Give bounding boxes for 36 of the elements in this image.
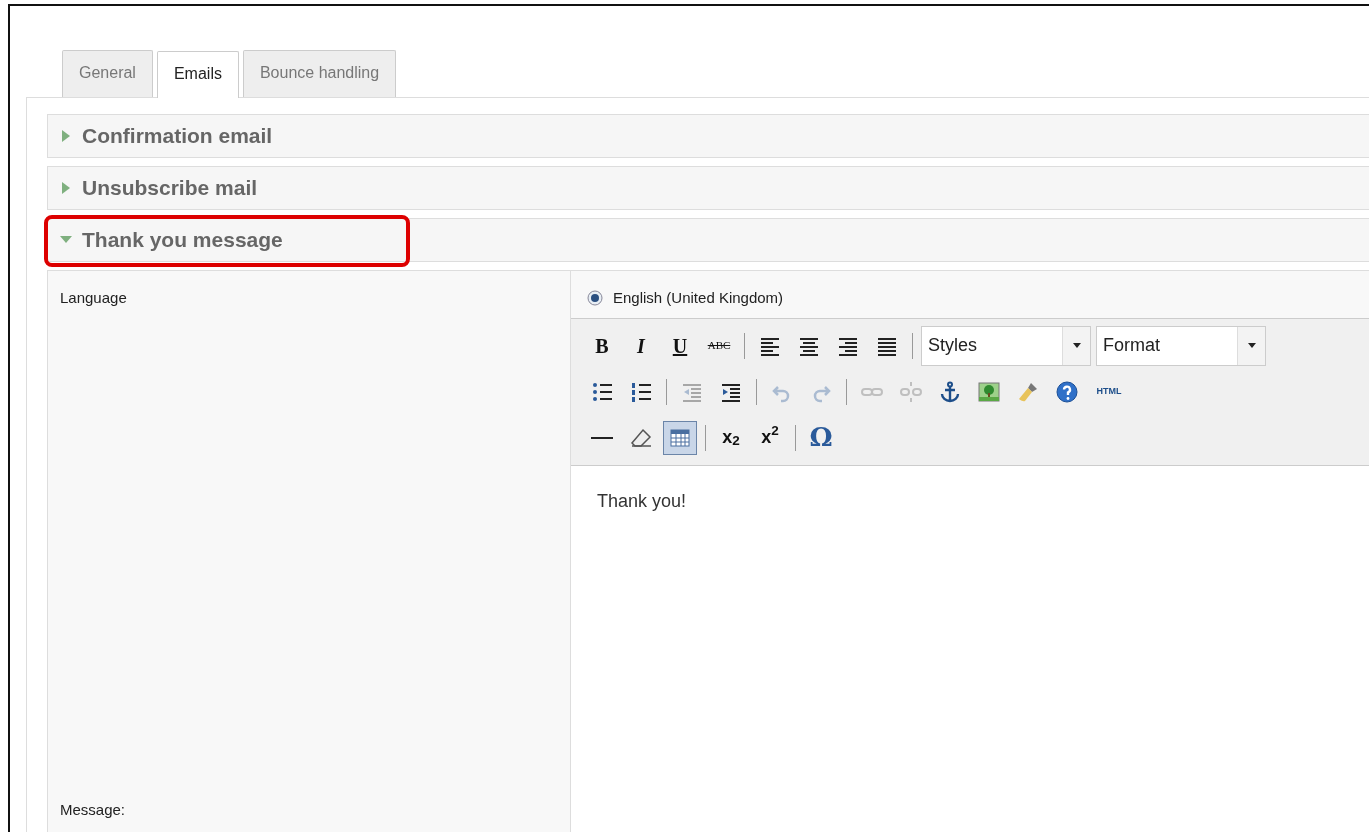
collapsed-arrow-icon xyxy=(60,182,72,194)
table-button[interactable] xyxy=(663,420,697,455)
radio-button[interactable] xyxy=(587,290,603,307)
message-text: Thank you! xyxy=(597,490,687,511)
table-icon xyxy=(669,426,691,449)
bullet-list-icon xyxy=(591,380,613,403)
caret-icon xyxy=(1072,343,1081,348)
section-header[interactable]: Unsubscribe mail xyxy=(47,166,1369,210)
bold-button[interactable]: B xyxy=(585,328,619,363)
caret-icon xyxy=(1247,343,1256,348)
radio-label: English (United Kingdom) xyxy=(613,288,784,308)
section-header[interactable]: Confirmation email xyxy=(47,114,1369,158)
field-label: Message: xyxy=(60,799,127,820)
underline-button[interactable]: U xyxy=(663,328,697,363)
image-icon xyxy=(978,380,1000,403)
horizontal-rule-icon xyxy=(591,436,613,439)
eraser-icon xyxy=(630,426,652,449)
superscript-button[interactable]: x$^{2}$ xyxy=(753,420,787,455)
numbered-list-icon xyxy=(630,380,652,403)
dropdown[interactable]: Format xyxy=(1096,325,1266,366)
field-label: Language xyxy=(60,288,128,308)
strikethrough-button[interactable]: ABC xyxy=(702,328,736,363)
tab[interactable]: General xyxy=(62,50,153,97)
dropdown[interactable]: Styles xyxy=(921,325,1091,366)
brush-icon xyxy=(1017,380,1039,403)
editor-body[interactable]: Thank you! xyxy=(571,465,1369,832)
unlink-icon xyxy=(900,380,922,403)
anchor-icon xyxy=(939,380,961,403)
italic-button[interactable]: I xyxy=(624,328,658,363)
collapsed-arrow-icon xyxy=(60,130,72,142)
tab[interactable]: Bounce handling xyxy=(242,50,397,97)
help-icon xyxy=(1056,380,1078,403)
special-character-button[interactable]: Ω xyxy=(804,420,838,455)
tab[interactable]: Emails xyxy=(156,51,239,98)
subscript-button[interactable]: x$_{2}$ xyxy=(714,420,748,455)
html-button[interactable]: HTML xyxy=(1089,374,1129,409)
